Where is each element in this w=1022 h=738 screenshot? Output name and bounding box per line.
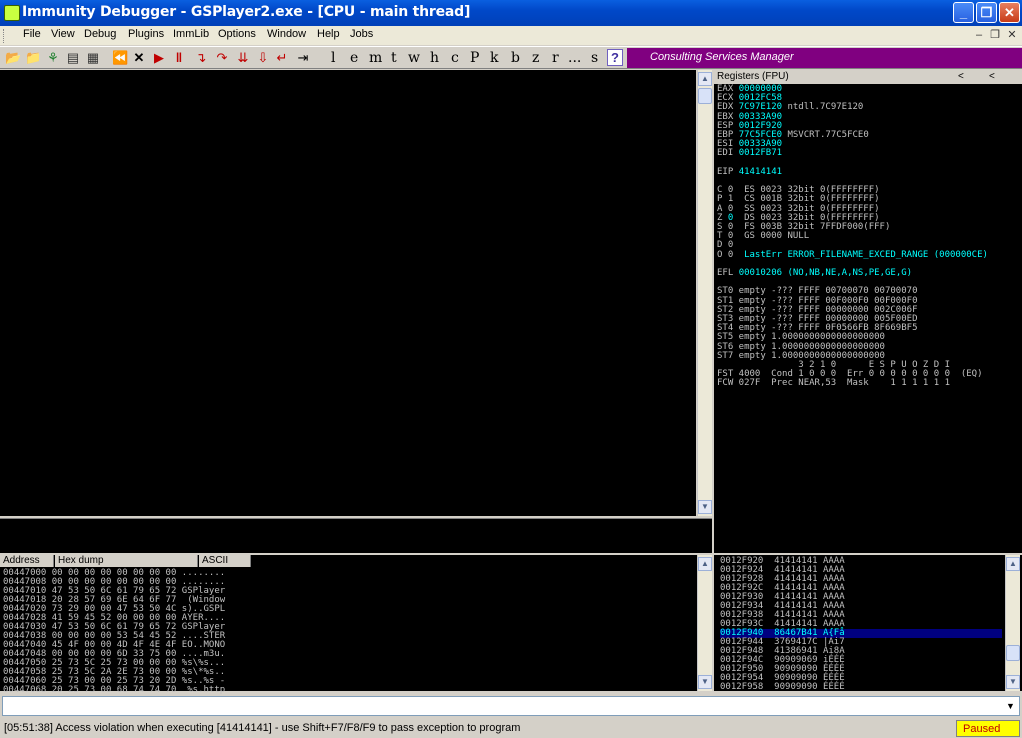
- scroll-down-arrow-icon[interactable]: ▼: [698, 500, 712, 514]
- hex-header-address[interactable]: Address: [0, 555, 54, 567]
- register-label: FCW 027F Prec NEAR,53 Mask 1 1 1 1 1 1: [717, 378, 950, 389]
- minimize-button[interactable]: _: [953, 2, 974, 23]
- registers-title: Registers (FPU): [717, 71, 789, 82]
- hex-scroll-up-icon[interactable]: ▲: [698, 557, 712, 571]
- step-over-icon[interactable]: ↷: [214, 50, 230, 66]
- window-title: Immunity Debugger - GSPlayer2.exe - [CPU…: [22, 4, 471, 20]
- registers-header[interactable]: Registers (FPU) < <: [714, 70, 1022, 84]
- toolbar-references-button[interactable]: r: [552, 50, 559, 66]
- trace-over-icon[interactable]: ⇩: [256, 50, 270, 66]
- registers-next-icon[interactable]: <: [989, 71, 995, 82]
- menu-debug[interactable]: Debug: [84, 28, 116, 40]
- execute-till-return-icon[interactable]: ↵: [275, 50, 289, 66]
- menu-jobs[interactable]: Jobs: [350, 28, 373, 40]
- attach-icon[interactable]: 📁: [25, 50, 41, 66]
- step-into-icon[interactable]: ↴: [193, 50, 209, 66]
- stack-scroll-thumb[interactable]: [1006, 645, 1020, 661]
- register-line[interactable]: EIP 41414141: [717, 166, 783, 177]
- register-comment: LastErr ERROR_FILENAME_EXCED_RANGE (0000…: [744, 249, 988, 260]
- hex-scrollbar[interactable]: ▲ ▼: [697, 555, 712, 691]
- register-comment: ntdll.7C97E120: [782, 102, 864, 113]
- goto-icon[interactable]: ⇥: [295, 50, 311, 66]
- stack-scroll-up-icon[interactable]: ▲: [1006, 557, 1020, 571]
- toolbar-cpu-button[interactable]: c: [451, 50, 459, 66]
- register-line[interactable]: EFL 00010206 (NO,NB,NE,A,NS,PE,GE,G): [717, 269, 912, 278]
- title-bar[interactable]: Immunity Debugger - GSPlayer2.exe - [CPU…: [0, 0, 1022, 26]
- run-script-icon[interactable]: ⚘: [45, 50, 61, 66]
- register-line[interactable]: FCW 027F Prec NEAR,53 Mask 1 1 1 1 1 1: [717, 379, 950, 388]
- status-message: [05:51:38] Access violation when executi…: [4, 722, 521, 734]
- close-process-icon[interactable]: ✕: [132, 50, 146, 66]
- toolbar: 📂 📁 ⚘ ▤ ▦ ⏪ ✕ ▶ ‖ ↴ ↷ ⇊ ⇩ ↵ ⇥ l e m t w …: [0, 46, 1022, 69]
- toolbar-windows-button[interactable]: w: [408, 50, 420, 66]
- menu-file[interactable]: File: [23, 28, 41, 40]
- app-icon[interactable]: [4, 5, 20, 21]
- disassembly-pane[interactable]: [0, 70, 696, 516]
- register-value: 41414141: [738, 166, 783, 177]
- toolbar-patches-button[interactable]: P: [470, 50, 479, 66]
- toolbar-callstack-button[interactable]: k: [490, 50, 498, 66]
- command-bar: ▼: [0, 694, 1022, 718]
- log-window-icon[interactable]: ▤: [66, 50, 80, 66]
- register-value: 0012FB71: [738, 148, 783, 159]
- scroll-thumb[interactable]: [698, 88, 712, 104]
- stack-scroll-down-icon[interactable]: ▼: [1006, 675, 1020, 689]
- info-pane[interactable]: [0, 518, 712, 553]
- register-comment: (NO,NB,NE,A,NS,PE,GE,G): [782, 268, 913, 278]
- registers-pane[interactable]: Registers (FPU) < < EAX 00000000 ECX 0012…: [714, 70, 1022, 553]
- register-comment: GS 0000 NULL: [744, 231, 810, 242]
- menu-immlib[interactable]: ImmLib: [173, 28, 209, 40]
- rewind-icon[interactable]: ⏪: [112, 50, 128, 66]
- consulting-services-banner[interactable]: Consulting Services Manager: [627, 48, 1022, 68]
- status-bar: [05:51:38] Access violation when executi…: [0, 719, 1022, 738]
- toolbar-memory-button[interactable]: m: [369, 50, 382, 66]
- mdi-minimize-button[interactable]: –: [972, 28, 986, 42]
- immunity-debugger-window: Immunity Debugger - GSPlayer2.exe - [CPU…: [0, 0, 1022, 738]
- toolbar-source-button[interactable]: s: [591, 50, 598, 66]
- menu-grip: [3, 29, 6, 43]
- toolbar-hw-breakpoints-button[interactable]: z: [532, 50, 539, 66]
- stack-row[interactable]: 0012F958 90909090 ÉÉÉÉ: [720, 683, 1002, 692]
- hex-header-ascii[interactable]: ASCII: [199, 555, 251, 567]
- menu-plugins[interactable]: Plugins: [128, 28, 164, 40]
- stack-scrollbar[interactable]: ▲ ▼: [1005, 555, 1020, 691]
- hex-scroll-down-icon[interactable]: ▼: [698, 675, 712, 689]
- trace-into-icon[interactable]: ⇊: [235, 50, 251, 66]
- toolbar-handles-button[interactable]: h: [430, 50, 439, 66]
- mdi-restore-button[interactable]: ❐: [988, 28, 1002, 42]
- mdi-close-button[interactable]: ✕: [1005, 28, 1019, 42]
- pause-icon[interactable]: ‖: [172, 50, 186, 66]
- run-icon[interactable]: ▶: [152, 50, 166, 66]
- menu-help[interactable]: Help: [317, 28, 340, 40]
- modules-icon[interactable]: ▦: [86, 50, 100, 66]
- toolbar-log-button[interactable]: l: [331, 50, 335, 66]
- register-line[interactable]: O 0 LastErr ERROR_FILENAME_EXCED_RANGE (…: [717, 249, 988, 260]
- register-value: 00010206: [738, 268, 783, 278]
- menu-bar: File View Debug Plugins ImmLib Options W…: [0, 26, 1022, 45]
- register-line[interactable]: EDI 0012FB71: [717, 149, 782, 158]
- hex-header-hexdump[interactable]: Hex dump: [55, 555, 198, 567]
- toolbar-breakpoints-button[interactable]: b: [511, 50, 520, 66]
- menu-view[interactable]: View: [51, 28, 75, 40]
- debugger-state-badge: Paused: [956, 720, 1020, 737]
- open-folder-icon[interactable]: 📂: [5, 50, 21, 66]
- stack-pane[interactable]: 0012F920 41414141 AAAA 0012F924 41414141 …: [714, 555, 1022, 692]
- toolbar-executables-button[interactable]: e: [350, 50, 358, 66]
- toolbar-threads-button[interactable]: t: [391, 50, 397, 66]
- command-input[interactable]: [2, 696, 1020, 716]
- close-button[interactable]: ✕: [999, 2, 1020, 23]
- registers-prev-icon[interactable]: <: [958, 71, 964, 82]
- menu-options[interactable]: Options: [218, 28, 256, 40]
- menu-window[interactable]: Window: [267, 28, 306, 40]
- toolbar-run-trace-button[interactable]: ...: [568, 50, 581, 66]
- register-comment: MSVCRT.77C5FCE0: [782, 130, 869, 140]
- scroll-up-arrow-icon[interactable]: ▲: [698, 72, 712, 86]
- command-dropdown-icon[interactable]: ▼: [1003, 698, 1018, 714]
- help-icon[interactable]: ?: [607, 49, 623, 66]
- hex-dump-pane[interactable]: Address Hex dump ASCII 00447000 00 00 00…: [0, 555, 712, 695]
- maximize-button[interactable]: ❐: [976, 2, 997, 23]
- disassembly-scrollbar[interactable]: ▲ ▼: [697, 70, 712, 516]
